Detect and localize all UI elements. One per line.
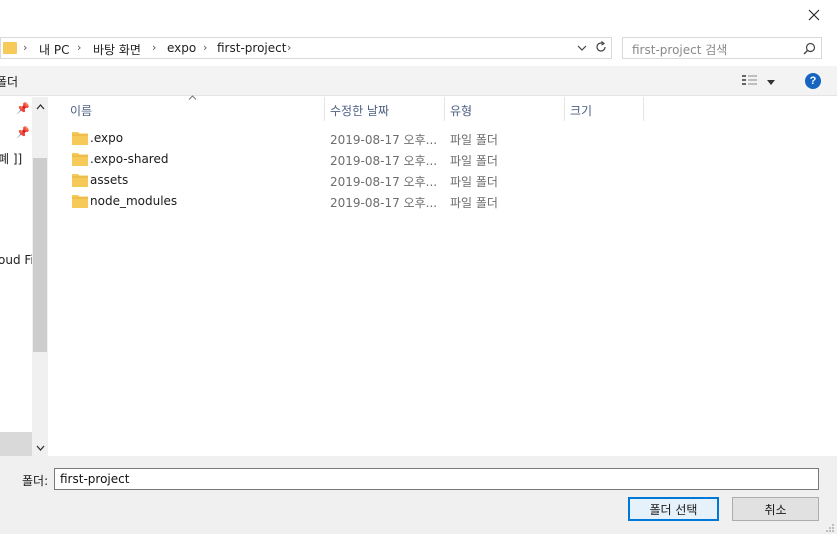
scroll-down-icon bbox=[36, 440, 45, 454]
search-input[interactable]: first-project 검색 bbox=[632, 41, 727, 58]
sort-up-icon bbox=[188, 93, 197, 103]
select-folder-button[interactable]: 폴더 선택 bbox=[628, 497, 719, 521]
folder-icon bbox=[72, 173, 88, 187]
scroll-up-icon bbox=[36, 99, 45, 113]
breadcrumb-desktop[interactable]: 바탕 화면 bbox=[93, 41, 141, 58]
breadcrumb-separator: › bbox=[203, 41, 208, 54]
new-folder-button[interactable]: 폴더 bbox=[0, 73, 18, 90]
address-history-button[interactable] bbox=[574, 40, 590, 56]
command-bar: 폴더 ? bbox=[0, 66, 837, 96]
folder-icon bbox=[72, 152, 88, 166]
list-item[interactable]: node_modules 2019-08-17 오후... 파일 폴더 bbox=[66, 191, 586, 212]
file-type: 파일 폴더 bbox=[450, 133, 498, 147]
search-box[interactable]: first-project 검색 bbox=[622, 37, 822, 59]
list-item[interactable]: assets 2019-08-17 오후... 파일 폴더 bbox=[66, 170, 586, 191]
folder-icon bbox=[72, 131, 88, 145]
search-icon[interactable] bbox=[801, 40, 817, 56]
address-bar[interactable]: › 내 PC › 바탕 화면 › expo › first-project › bbox=[0, 37, 612, 59]
cancel-button[interactable]: 취소 bbox=[732, 497, 819, 521]
column-header-type[interactable]: 유형 bbox=[450, 102, 472, 119]
nav-item[interactable]: 폐 ]] bbox=[0, 150, 22, 167]
file-type: 파일 폴더 bbox=[450, 196, 498, 210]
column-divider[interactable] bbox=[444, 97, 445, 121]
chevron-down-icon bbox=[767, 74, 775, 88]
file-date: 2019-08-17 오후... bbox=[330, 133, 438, 147]
dialog-footer: 폴더: 폴더 선택 취소 bbox=[0, 456, 837, 534]
column-header-date[interactable]: 수정한 날짜 bbox=[330, 102, 389, 119]
view-options-icon bbox=[741, 74, 759, 89]
refresh-button[interactable] bbox=[592, 40, 610, 56]
help-icon[interactable]: ? bbox=[805, 73, 821, 89]
column-header-name[interactable]: 이름 bbox=[70, 102, 92, 119]
file-list[interactable]: 이름 수정한 날짜 유형 크기 .expo 2019-08-17 오후... 파… bbox=[48, 95, 837, 456]
folder-icon bbox=[72, 194, 88, 208]
column-divider[interactable] bbox=[324, 97, 325, 121]
breadcrumb-first-project[interactable]: first-project bbox=[217, 41, 286, 55]
scroll-down-button[interactable] bbox=[32, 438, 48, 456]
breadcrumb-separator: › bbox=[77, 41, 82, 54]
breadcrumb-separator: › bbox=[287, 41, 292, 54]
file-name: .expo-shared bbox=[90, 152, 169, 166]
list-item[interactable]: .expo 2019-08-17 오후... 파일 폴더 bbox=[66, 128, 586, 149]
title-bar bbox=[0, 0, 837, 32]
scroll-up-button[interactable] bbox=[32, 97, 48, 115]
breadcrumb-expo[interactable]: expo bbox=[167, 41, 196, 55]
column-divider[interactable] bbox=[564, 97, 565, 121]
breadcrumb-my-pc[interactable]: 내 PC bbox=[39, 41, 69, 58]
column-divider[interactable] bbox=[643, 97, 644, 121]
refresh-icon bbox=[595, 40, 607, 56]
folder-label: 폴더: bbox=[22, 474, 49, 488]
folder-name-field[interactable] bbox=[54, 468, 819, 490]
resize-grip-icon[interactable] bbox=[825, 522, 835, 532]
file-type: 파일 폴더 bbox=[450, 154, 498, 168]
file-name: assets bbox=[90, 173, 129, 187]
view-options-button[interactable] bbox=[741, 73, 779, 89]
nav-scrollbar-thumb[interactable] bbox=[33, 158, 47, 352]
file-name: node_modules bbox=[90, 194, 178, 208]
folder-icon bbox=[3, 42, 17, 54]
breadcrumb-separator: › bbox=[23, 41, 28, 54]
file-date: 2019-08-17 오후... bbox=[330, 196, 438, 210]
close-button[interactable] bbox=[791, 0, 837, 32]
column-header-size[interactable]: 크기 bbox=[570, 102, 592, 119]
pin-icon: 📌 bbox=[16, 102, 30, 115]
file-type: 파일 폴더 bbox=[450, 175, 498, 189]
breadcrumb-separator: › bbox=[152, 41, 157, 54]
file-name: .expo bbox=[90, 131, 124, 145]
file-date: 2019-08-17 오후... bbox=[330, 175, 438, 189]
nav-item-selected[interactable] bbox=[0, 432, 32, 456]
file-date: 2019-08-17 오후... bbox=[330, 154, 438, 168]
pin-icon: 📌 bbox=[16, 126, 30, 139]
close-icon bbox=[808, 9, 820, 24]
chevron-down-icon bbox=[577, 41, 587, 55]
list-item[interactable]: .expo-shared 2019-08-17 오후... 파일 폴더 bbox=[66, 149, 586, 170]
